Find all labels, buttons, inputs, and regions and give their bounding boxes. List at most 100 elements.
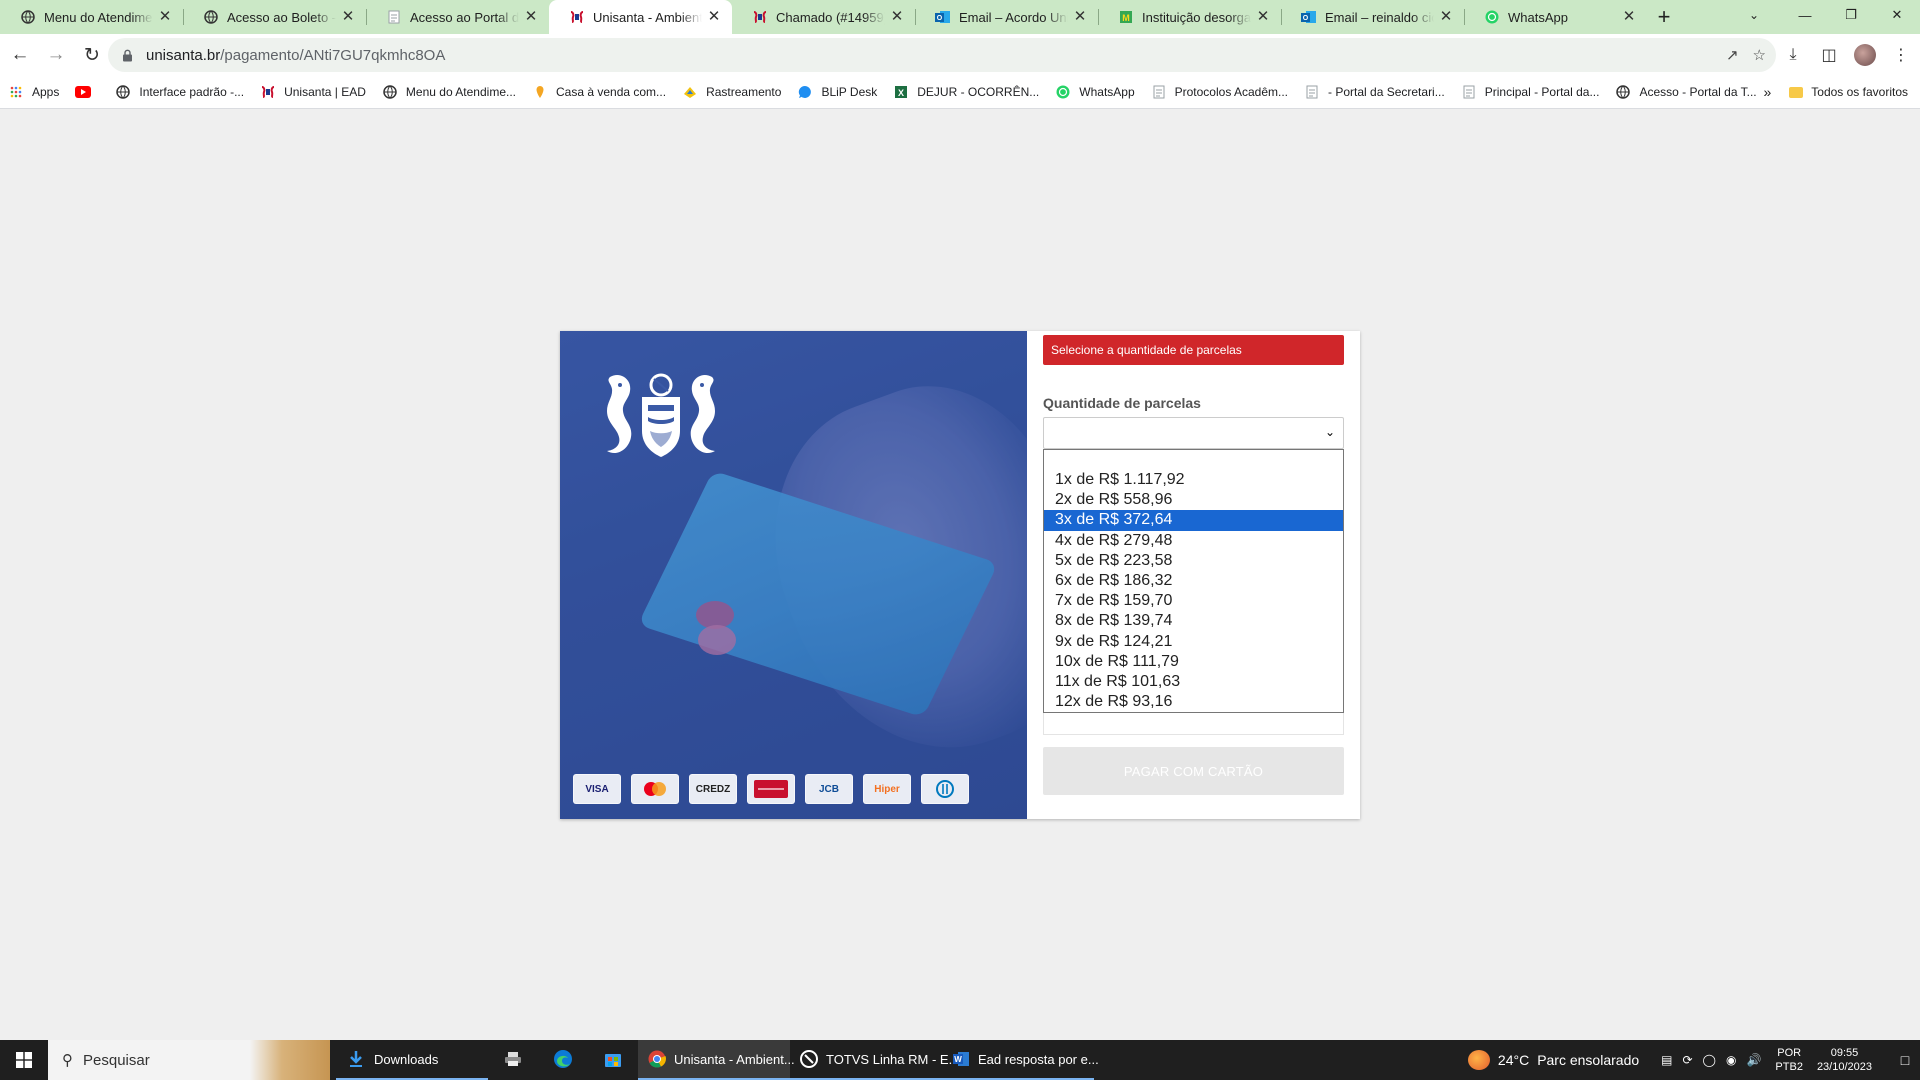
installment-option[interactable]: 11x de R$ 101,63 — [1044, 672, 1343, 692]
browser-tab[interactable]: Chamado (#14959) - ✕ — [732, 0, 915, 34]
address-bar[interactable]: unisanta.br/pagamento/ANti7GU7qkmhc8OA ↗… — [108, 38, 1776, 72]
mastercard-logo — [631, 774, 679, 804]
browser-tab[interactable]: Acesso ao Boleto - Portal✕ — [183, 0, 366, 34]
reload-icon[interactable]: ↻ — [76, 39, 108, 71]
taskbar-app[interactable]: TOTVS Linha RM - E... — [790, 1040, 959, 1080]
clock-date: 23/10/2023 — [1816, 1061, 1872, 1073]
installment-option[interactable]: 1x de R$ 1.117,92 — [1044, 470, 1343, 490]
clock-time: 09:55 — [1830, 1047, 1859, 1059]
bookmark-item[interactable]: Protocolos Acadêm... — [1143, 78, 1296, 106]
menu-kebab-icon[interactable]: ⋮ — [1888, 42, 1914, 68]
notification-icon[interactable]: □ — [1890, 1052, 1920, 1068]
close-tab-icon[interactable]: ✕ — [340, 9, 356, 25]
close-tab-icon[interactable]: ✕ — [1255, 9, 1271, 25]
browser-tab[interactable]: Unisanta - Ambiente de Pagamento✕ — [549, 0, 732, 34]
sync-icon[interactable]: ⟳ — [1682, 1053, 1692, 1067]
volume-icon[interactable]: 🔊 — [1746, 1053, 1761, 1067]
side-panel-icon[interactable]: ◫ — [1816, 42, 1842, 68]
installment-option[interactable]: 7x de R$ 159,70 — [1044, 591, 1343, 611]
installments-dropdown-list[interactable]: 1x de R$ 1.117,92 2x de R$ 558,96 3x de R$… — [1043, 449, 1344, 713]
bookmark-item[interactable]: - Portal da Secretari... — [1296, 78, 1453, 106]
more-bookmarks-chevron-icon[interactable]: » — [1763, 84, 1771, 100]
installment-option[interactable]: 3x de R$ 372,64 — [1044, 510, 1343, 531]
wifi-icon[interactable]: ◉ — [1726, 1053, 1736, 1067]
search-highlight-image — [250, 1040, 330, 1080]
taskbar-search-box[interactable]: ⚲ Pesquisar — [48, 1040, 330, 1080]
apps-grid-icon — [8, 84, 24, 100]
bookmark-item[interactable]: Principal - Portal da... — [1453, 78, 1608, 106]
bookmark-item[interactable]: WhatsApp — [1047, 78, 1142, 106]
hipercard-logo — [747, 774, 795, 804]
close-tab-icon[interactable]: ✕ — [706, 9, 722, 25]
minimize-button[interactable]: — — [1782, 0, 1828, 30]
globe-icon — [382, 84, 398, 100]
network-icon[interactable]: ▤ — [1661, 1053, 1672, 1067]
installment-option[interactable]: 10x de R$ 111,79 — [1044, 652, 1343, 672]
installment-option[interactable]: 2x de R$ 558,96 — [1044, 490, 1343, 510]
visa-logo: VISA — [573, 774, 621, 804]
installment-option[interactable]: 9x de R$ 124,21 — [1044, 632, 1343, 652]
taskbar-app[interactable] — [488, 1040, 538, 1080]
close-tab-icon[interactable]: ✕ — [523, 9, 539, 25]
bookmark-item[interactable] — [67, 78, 107, 106]
windows-start-icon[interactable] — [0, 1040, 48, 1080]
bookmark-item[interactable]: Interface padrão -... — [107, 78, 252, 106]
taskbar-app[interactable]: Downloads — [336, 1040, 488, 1080]
windows-taskbar: ⚲ Pesquisar Downloads Unisanta - Ambient.… — [0, 1040, 1920, 1080]
bookmark-star-icon[interactable]: ☆ — [1753, 46, 1766, 64]
installments-select[interactable]: ⌄ — [1043, 417, 1344, 449]
close-tab-icon[interactable]: ✕ — [1438, 9, 1454, 25]
input-language[interactable]: POR PTB2 — [1775, 1046, 1803, 1074]
taskbar-app[interactable]: W Ead resposta por e... — [942, 1040, 1099, 1080]
globe-icon — [20, 9, 36, 25]
tab-search-chevron-icon[interactable]: ⌄ — [1734, 0, 1774, 30]
bookmark-item[interactable]: X DEJUR - OCORRÊN... — [885, 78, 1047, 106]
browser-tab[interactable]: Acesso ao Portal do Aluno✕ — [366, 0, 549, 34]
quantity-label: Quantidade de parcelas — [1043, 395, 1201, 411]
close-tab-icon[interactable]: ✕ — [1621, 9, 1637, 25]
installment-option[interactable]: 12x de R$ 93,16 — [1044, 692, 1343, 712]
bookmark-item[interactable]: Rastreamento — [674, 78, 789, 106]
browser-tab[interactable]: M Instituição desorganizada✕ — [1098, 0, 1281, 34]
new-tab-button[interactable]: + — [1647, 0, 1681, 34]
lock-icon[interactable] — [122, 49, 136, 62]
browser-tab[interactable]: O Email – Acordo Unisanta✕ — [915, 0, 1098, 34]
tab-title: Acesso ao Boleto - Portal — [227, 9, 336, 25]
taskbar-app[interactable] — [538, 1040, 588, 1080]
bookmark-item[interactable]: BLiP Desk — [789, 78, 885, 106]
security-icon[interactable]: ◯ — [1703, 1053, 1716, 1067]
installment-option[interactable]: 4x de R$ 279,48 — [1044, 531, 1343, 551]
restore-button[interactable]: ❐ — [1828, 0, 1874, 30]
card-field-placeholder — [1043, 713, 1344, 735]
taskbar-app[interactable]: Unisanta - Ambient... — [638, 1040, 795, 1080]
url-domain: unisanta.br — [146, 46, 221, 64]
back-arrow-icon[interactable]: ← — [4, 39, 36, 71]
browser-tab[interactable]: O Email – reinaldo cicero✕ — [1281, 0, 1464, 34]
weather-widget[interactable]: 24°C Parc ensolarado — [1467, 1050, 1639, 1070]
pay-with-card-button[interactable]: PAGAR COM CARTÃO — [1043, 747, 1344, 795]
profile-avatar[interactable] — [1852, 42, 1878, 68]
installment-option[interactable]: 6x de R$ 186,32 — [1044, 571, 1343, 591]
browser-tab[interactable]: WhatsApp ✕ — [1464, 0, 1647, 34]
close-tab-icon[interactable]: ✕ — [1072, 9, 1088, 25]
browser-tab[interactable]: Menu do Atendimento✕ — [0, 0, 183, 34]
bookmark-item[interactable]: Casa à venda com... — [524, 78, 674, 106]
close-window-button[interactable]: ✕ — [1874, 0, 1920, 30]
diners-club-logo — [921, 774, 969, 804]
close-tab-icon[interactable]: ✕ — [157, 9, 173, 25]
forward-arrow-icon[interactable]: → — [40, 39, 72, 71]
svg-text:X: X — [898, 88, 904, 98]
installment-option[interactable]: 5x de R$ 223,58 — [1044, 551, 1343, 571]
bookmark-item[interactable]: Unisanta | EAD — [252, 78, 374, 106]
taskbar-app[interactable] — [588, 1040, 638, 1080]
bookmark-item[interactable]: Acesso - Portal da T... — [1607, 78, 1764, 106]
bookmark-item[interactable]: Menu do Atendime... — [374, 78, 524, 106]
bookmark-item[interactable]: Apps — [0, 78, 67, 106]
close-tab-icon[interactable]: ✕ — [889, 9, 905, 25]
system-clock[interactable]: 09:55 23/10/2023 — [1817, 1046, 1872, 1074]
installment-option[interactable]: 8x de R$ 139,74 — [1044, 611, 1343, 631]
share-icon[interactable]: ↗ — [1726, 46, 1739, 64]
download-icon[interactable]: ⤓ — [1780, 42, 1806, 68]
all-favorites-folder[interactable]: Todos os favoritos — [1811, 85, 1908, 99]
browser-toolbar: ← → ↻ unisanta.br/pagamento/ANti7GU7qkmh… — [0, 34, 1920, 76]
